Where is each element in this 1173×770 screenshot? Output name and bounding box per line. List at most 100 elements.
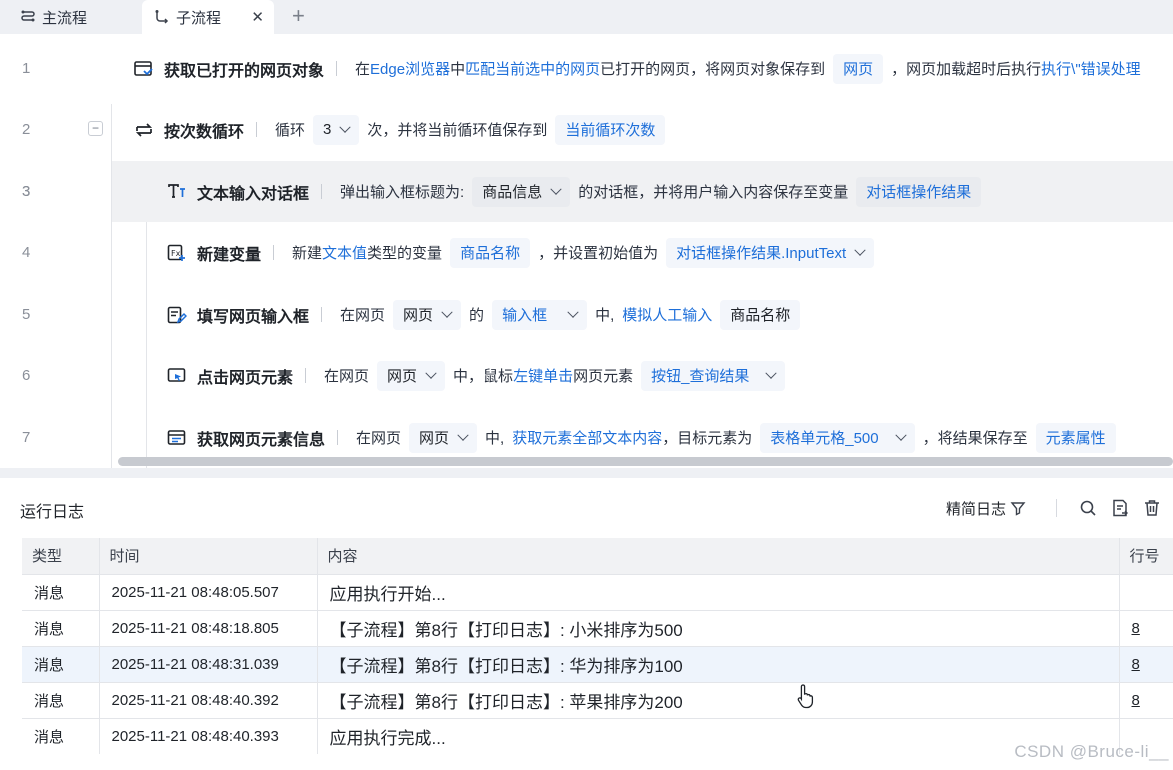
log-line-link[interactable]: 8 — [1119, 609, 1173, 646]
horizontal-scrollbar[interactable] — [118, 457, 1173, 466]
simplify-log-filter[interactable]: 精简日志 — [946, 498, 1026, 519]
log-type: 消息 — [22, 609, 100, 646]
log-type: 消息 — [22, 681, 100, 718]
line-number: 4 — [22, 244, 31, 261]
param-link[interactable]: 模拟人工输入 — [622, 304, 712, 325]
separator — [273, 245, 275, 260]
command-text: 在网页 — [356, 430, 402, 447]
fill-input-icon — [167, 305, 187, 325]
initial-value-select[interactable]: 对话框操作结果.InputText — [666, 237, 875, 268]
trash-icon[interactable] — [1141, 497, 1163, 519]
log-row[interactable]: 消息 2025-11-21 08:48:18.805 【子流程】第8行【打印日志… — [22, 609, 1173, 646]
separator — [321, 184, 323, 199]
select-value: 对话框操作结果.InputText — [676, 245, 847, 262]
search-icon[interactable] — [1077, 497, 1099, 519]
column-header-line[interactable]: 行号 — [1119, 538, 1173, 574]
param-link[interactable]: 文本值 — [322, 242, 367, 263]
command-text: 在 — [355, 61, 371, 78]
log-content: 【子流程】第8行【打印日志】: 小米排序为500 — [317, 609, 1120, 646]
line-number: 6 — [22, 367, 31, 384]
webpage-select[interactable]: 网页 — [393, 299, 462, 330]
webpage-select[interactable]: 网页 — [377, 360, 446, 391]
tab-main-flow[interactable]: 主流程 — [20, 0, 87, 34]
line-number: 7 — [22, 429, 31, 446]
command-text: 已打开的网页，将网页对象保存到 — [600, 61, 826, 78]
command-name: 按次数循环 — [164, 123, 245, 141]
param-link[interactable]: 左键单击 — [513, 365, 573, 386]
log-content: 应用执行开始... — [317, 573, 1120, 610]
flow-row-6[interactable]: 6 点击网页元素 在网页 网页 中，鼠标 左键单击 网页元素 按钮_查询结果 — [0, 345, 1173, 406]
command-text: 的 — [469, 307, 485, 324]
text-input-dialog-icon — [167, 182, 187, 202]
log-row[interactable]: 消息 2025-11-21 08:48:40.392 【子流程】第8行【打印日志… — [22, 681, 1173, 718]
command-name: 文本输入对话框 — [197, 185, 310, 203]
chevron-down-icon — [854, 244, 866, 256]
dialog-title-select[interactable]: 商品信息 — [472, 176, 571, 207]
chevron-down-icon — [550, 183, 562, 195]
variable-chip[interactable]: 当前循环次数 — [555, 114, 666, 145]
param-link[interactable]: 匹配当前选中的网页 — [465, 58, 600, 79]
log-time: 2025-11-21 08:48:40.392 — [99, 681, 318, 718]
command-text: 次，并将当前循环值保存到 — [367, 122, 548, 139]
panel-divider[interactable] — [0, 468, 1173, 478]
select-value: 网页 — [387, 368, 418, 385]
log-row-selected[interactable]: 消息 2025-11-21 08:48:31.039 【子流程】第8行【打印日志… — [22, 645, 1173, 682]
chevron-down-icon — [425, 367, 437, 379]
command-text: 网页元素 — [573, 368, 634, 385]
variable-chip[interactable]: 元素属性 — [1035, 422, 1116, 453]
column-header-content[interactable]: 内容 — [317, 538, 1120, 574]
chevron-down-icon — [894, 429, 907, 441]
collapse-toggle[interactable]: − — [88, 121, 103, 136]
loop-count-select[interactable]: 3 — [313, 114, 360, 145]
log-row[interactable]: 消息 2025-11-21 08:48:05.507 应用执行开始... — [22, 573, 1173, 610]
export-log-icon[interactable] — [1109, 497, 1131, 519]
column-header-time[interactable]: 时间 — [99, 538, 318, 574]
log-time: 2025-11-21 08:48:05.507 — [99, 573, 318, 610]
log-row[interactable]: 消息 2025-11-21 08:48:40.393 应用执行完成... — [22, 717, 1173, 754]
flow-row-3[interactable]: 3 文本输入对话框 弹出输入框标题为: 商品信息 的对话框，并将用户输入内容保存… — [22, 161, 1173, 222]
select-value: 网页 — [419, 430, 450, 447]
param-link[interactable]: 执行\"错误处理 — [1041, 58, 1141, 79]
variable-chip[interactable]: 网页 — [833, 53, 884, 84]
log-line-link[interactable]: 8 — [1119, 645, 1173, 682]
log-toolbar: 精简日志 — [946, 496, 1173, 520]
element-select[interactable]: 输入框 — [492, 299, 588, 330]
log-content: 【子流程】第8行【打印日志】: 苹果排序为200 — [317, 681, 1120, 718]
element-select[interactable]: 按钮_查询结果 — [641, 360, 786, 391]
log-line-link[interactable]: 8 — [1119, 681, 1173, 718]
svg-text:Fx: Fx — [171, 249, 181, 258]
add-tab-icon[interactable]: + — [292, 3, 305, 29]
mouse-pointer-icon — [797, 683, 817, 714]
flow-row-5[interactable]: 5 填写网页输入框 在网页 网页 的 输入框 中, 模拟人工输入 商品名称 — [0, 284, 1173, 345]
log-type: 消息 — [22, 573, 100, 610]
click-element-icon — [167, 366, 187, 386]
column-header-type[interactable]: 类型 — [22, 538, 100, 574]
line-number: 5 — [22, 306, 31, 323]
webpage-select[interactable]: 网页 — [409, 422, 478, 453]
flow-row-4[interactable]: 4 Fx 新建变量 新建 文本值 类型的变量 商品名称 ，并设置初始值为 对话框… — [0, 222, 1173, 283]
separator — [256, 122, 258, 137]
command-text: 中, — [485, 430, 505, 447]
select-value: 输入框 — [502, 307, 548, 324]
chevron-down-icon — [441, 306, 453, 318]
variable-chip[interactable]: 商品名称 — [720, 299, 801, 330]
close-icon[interactable]: ✕ — [251, 8, 264, 26]
line-number: 2 — [22, 121, 31, 138]
command-text: ，将结果保存至 — [922, 430, 1028, 447]
filter-label: 精简日志 — [945, 500, 1006, 518]
separator — [321, 307, 323, 322]
flow-row-1[interactable]: 1 获取已打开的网页对象 在 Edge浏览器 中 匹配当前选中的网页 已打开的网… — [0, 38, 1173, 99]
flow-editor: 1 获取已打开的网页对象 在 Edge浏览器 中 匹配当前选中的网页 已打开的网… — [0, 34, 1173, 468]
log-content: 应用执行完成... — [317, 717, 1120, 754]
flow-row-2[interactable]: 2 − 按次数循环 循环 3 次，并将当前循环值保存到 当前循环次数 — [0, 99, 1173, 160]
variable-chip[interactable]: 对话框操作结果 — [856, 176, 982, 207]
command-text: 弹出输入框标题为: — [340, 184, 465, 201]
variable-chip[interactable]: 商品名称 — [450, 237, 531, 268]
chevron-down-icon — [457, 429, 469, 441]
tab-sub-flow[interactable]: 子流程 ✕ — [142, 0, 274, 34]
run-log-panel: 运行日志 精简日志 类型 时间 内容 行号 消息 2025-11-21 08:4… — [0, 478, 1173, 770]
element-select[interactable]: 表格单元格_500 — [760, 422, 915, 453]
param-link[interactable]: Edge浏览器 — [370, 58, 450, 79]
param-link[interactable]: 获取元素全部文本内容 — [512, 427, 662, 448]
log-line-link[interactable] — [1119, 573, 1173, 610]
